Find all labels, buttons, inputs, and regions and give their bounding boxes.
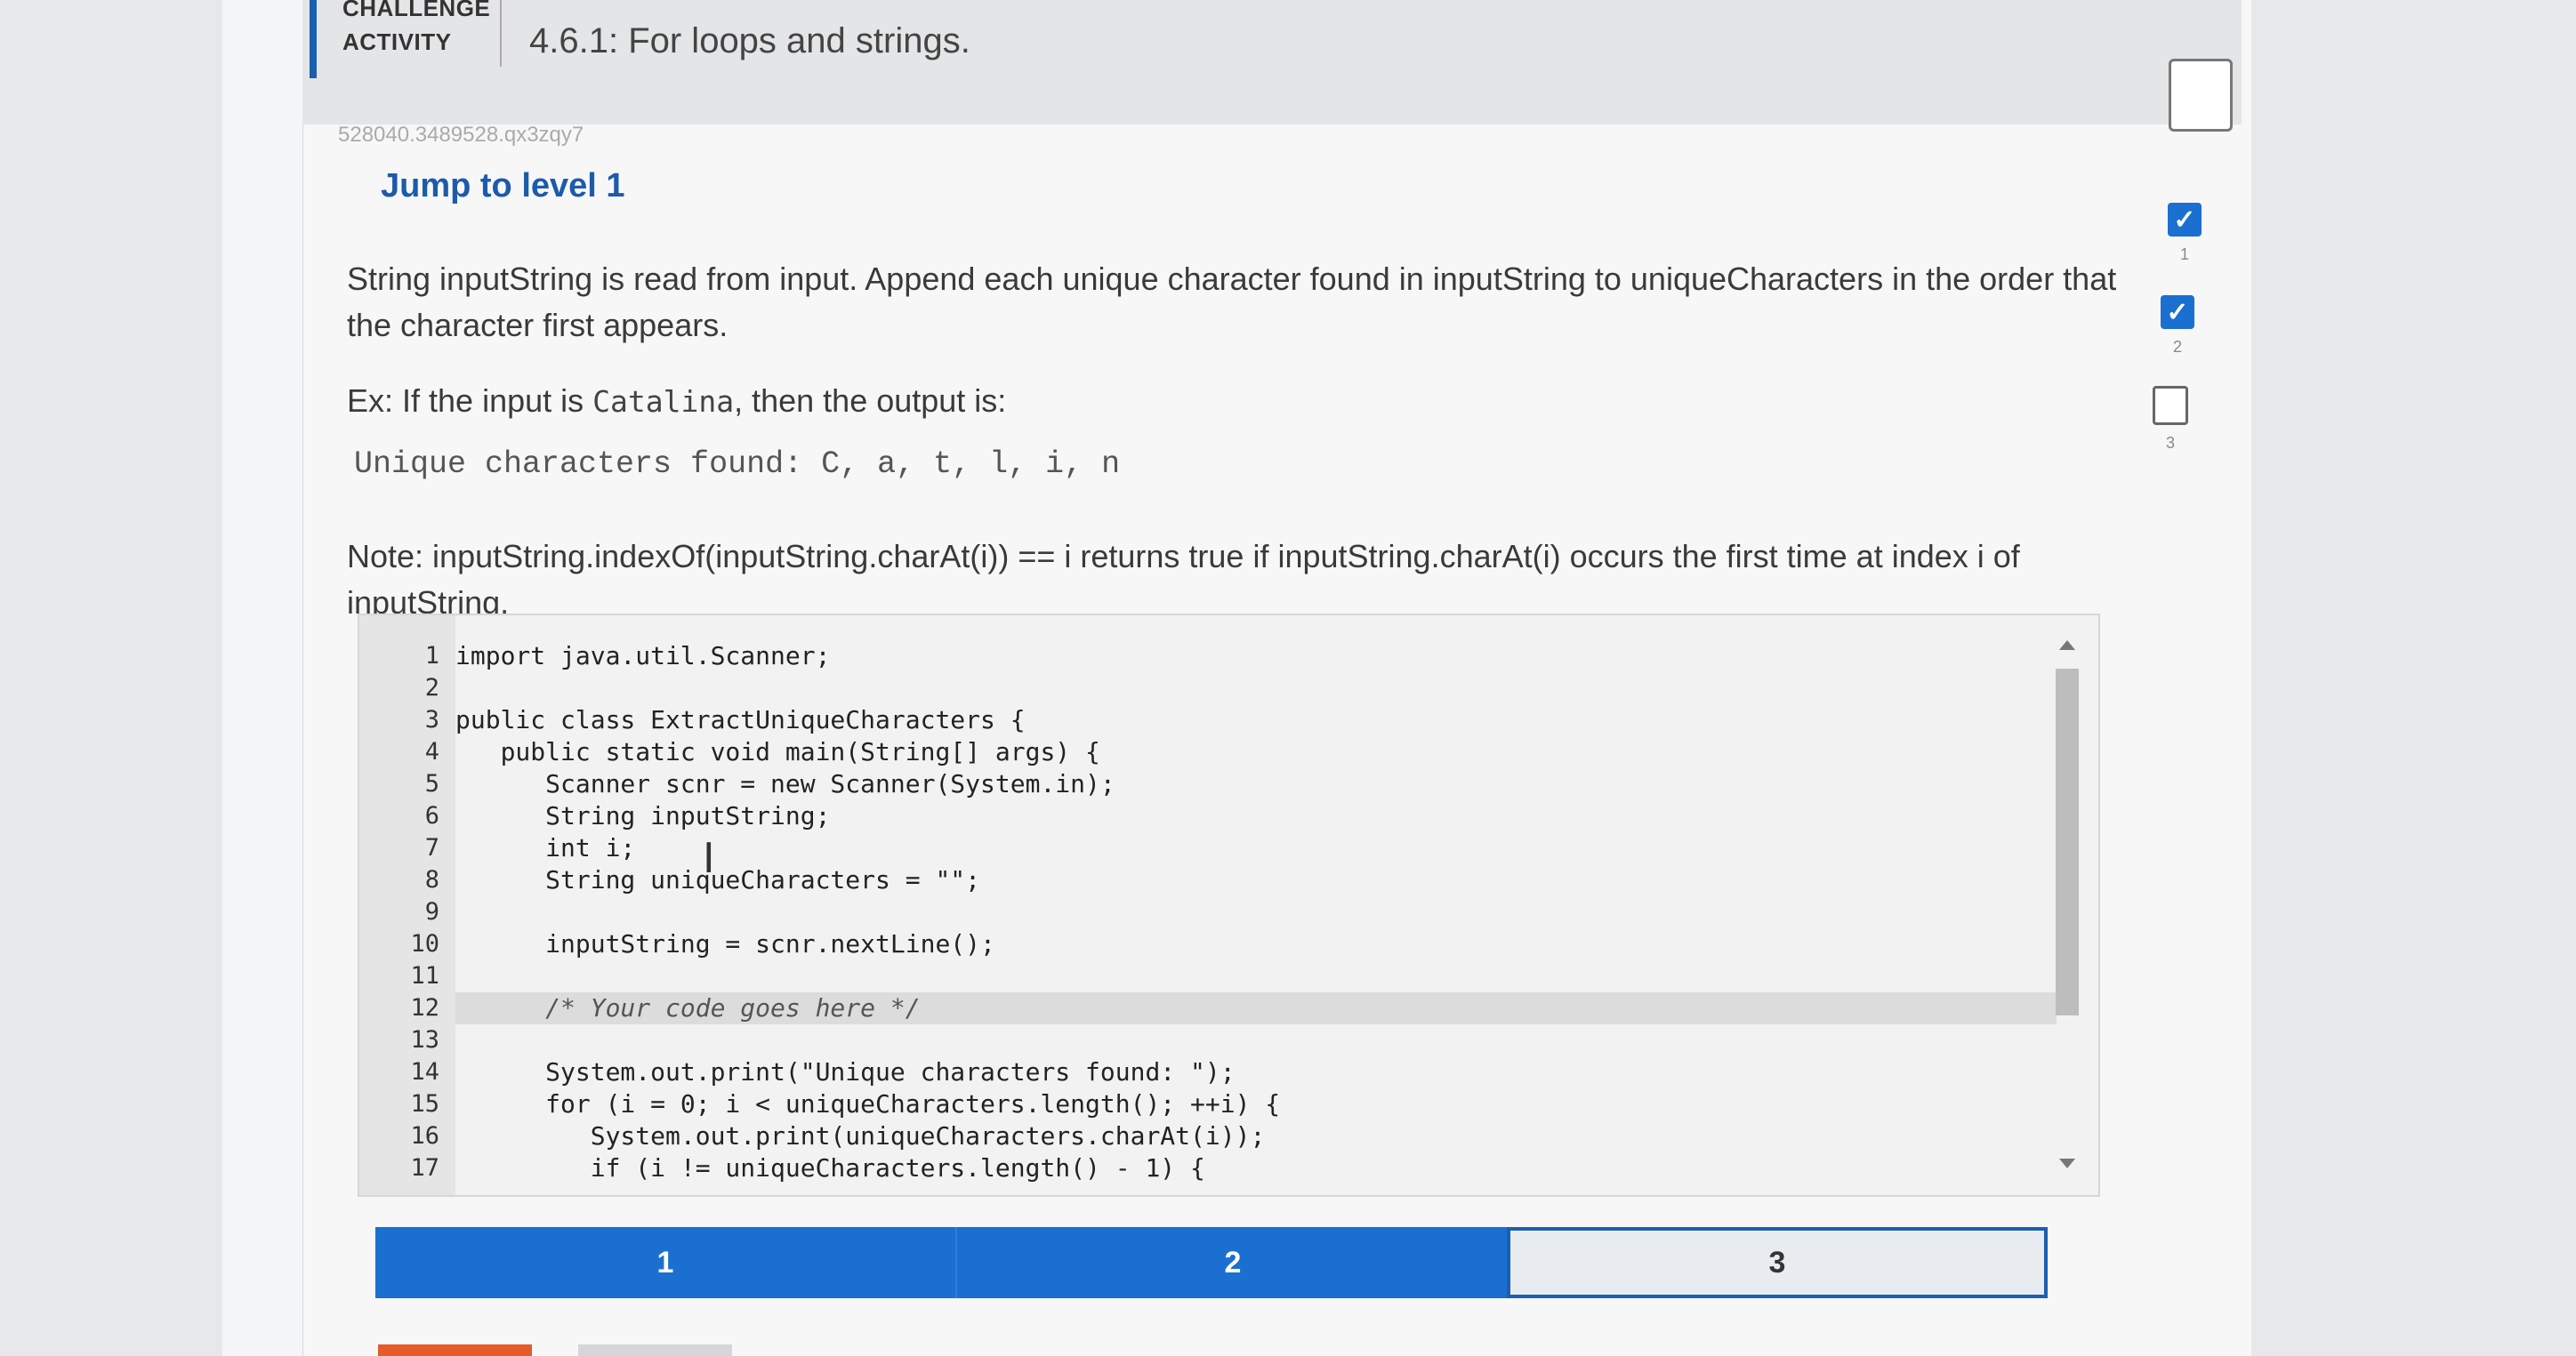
side-level-number: 1 [2179,245,2189,263]
code-line[interactable]: 1 import java.util.Scanner; [425,640,2057,672]
note-paragraph: Note: inputString.indexOf(inputString.ch… [347,538,2020,621]
line-number: 17 [410,1154,439,1182]
code-line[interactable]: 13 [410,1024,2057,1056]
check-icon: ✓ [2161,295,2194,329]
scroll-thumb[interactable] [2056,669,2079,1015]
editor-scrollbar[interactable] [2054,633,2081,1175]
line-number: 1 [424,642,439,670]
code-text: if (i != uniqueCharacters.length() - 1) … [455,1153,1205,1183]
code-line[interactable]: 10 inputString = scnr.nextLine(); [410,928,2057,960]
level-title: Jump to level 1 [381,167,625,205]
code-text: Scanner scnr = new Scanner(System.in); [455,769,1115,798]
line-number: 12 [410,994,439,1022]
code-area[interactable]: 1 import java.util.Scanner; 2 3 public class… [410,640,2057,1184]
header-divider [500,0,502,67]
code-text: System.out.print(uniqueCharacters.charAt… [455,1121,1266,1151]
example-input: Catalina [592,384,735,419]
code-text: String uniqueCharacters = ""; [455,865,981,895]
text-cursor-icon: I [703,834,715,882]
activity-completion-box [2169,59,2233,132]
code-line[interactable]: 14 System.out.print("Unique characters f… [410,1056,2057,1088]
code-text: String inputString; [455,801,831,830]
check-icon: ✓ [2168,203,2202,237]
example-prefix: Ex: If the input is [347,382,593,419]
line-number: 7 [424,834,439,862]
line-number: 3 [424,706,439,734]
code-line[interactable]: 3 public class ExtractUniqueCharacters { [425,704,2057,736]
line-number: 5 [424,770,439,798]
check-button[interactable] [378,1344,532,1356]
line-number: 15 [410,1090,439,1118]
side-level-number: 2 [2172,338,2182,356]
code-line[interactable]: 11 [410,960,2057,992]
side-level-2[interactable]: ✓ 2 [2151,295,2204,357]
side-level-3[interactable]: 3 [2144,386,2197,453]
code-text: public class ExtractUniqueCharacters { [455,705,1026,734]
level-tab-3[interactable]: 3 [1507,1227,2048,1298]
code-line[interactable]: 6 String inputString; [425,800,2057,832]
activity-title: 4.6.1: For loops and strings. [529,21,970,60]
line-number: 11 [410,962,439,990]
code-line[interactable]: 4 public static void main(String[] args)… [425,736,2057,768]
code-line[interactable]: 8 String uniqueCharacters = ""; [425,864,2057,896]
code-editor[interactable]: 1 import java.util.Scanner; 2 3 public class… [358,614,2100,1197]
scroll-up-arrow-icon[interactable] [2059,640,2075,650]
activity-type-label: CHALLENGE ACTIVITY [342,0,491,55]
code-text: int i; [455,833,636,863]
next-level-button[interactable] [578,1344,732,1356]
code-line[interactable]: 16 System.out.print(uniqueCharacters.cha… [410,1120,2057,1152]
example-suffix: , then the output is: [734,382,1007,419]
unchecked-box-icon [2153,386,2188,425]
sample-output: Unique characters found: C, a, t, l, i, … [354,446,1121,482]
code-line[interactable]: 7 int i; [425,832,2057,864]
level-progress-bar: 1 2 3 [375,1227,2052,1298]
code-text: for (i = 0; i < uniqueCharacters.length(… [455,1089,1281,1119]
line-number: 8 [424,866,439,894]
header-accent-bar [310,0,317,78]
activity-header [302,0,2242,124]
code-text: /* Your code goes here */ [455,993,921,1023]
code-text: import java.util.Scanner; [455,641,831,670]
side-level-1[interactable]: ✓ 1 [2158,203,2211,264]
line-number: 2 [424,674,439,702]
activity-id: 528040.3489528.qx3zqy7 [338,123,584,147]
code-line[interactable]: 15 for (i = 0; i < uniqueCharacters.leng… [410,1088,2057,1120]
code-line[interactable]: 5 Scanner scnr = new Scanner(System.in); [425,768,2057,800]
instruction-paragraph: String inputString is read from input. A… [347,261,2117,343]
line-number: 10 [410,930,439,958]
code-line[interactable]: 2 [425,672,2057,704]
example-line: Ex: If the input is Catalina, then the o… [347,378,2144,425]
line-number: 13 [410,1026,439,1054]
side-level-number: 3 [2165,434,2175,452]
code-line[interactable]: 17 if (i != uniqueCharacters.length() - … [410,1152,2057,1184]
code-line[interactable]: 9 [425,896,2057,928]
code-text: System.out.print("Unique characters foun… [455,1057,1236,1087]
line-number: 9 [424,898,439,926]
level-tab-1[interactable]: 1 [375,1227,955,1298]
line-number: 14 [410,1058,439,1086]
code-text: inputString = scnr.nextLine(); [455,929,995,959]
line-number: 16 [410,1122,439,1150]
code-text: public static void main(String[] args) { [455,737,1100,766]
line-number: 6 [424,802,439,830]
scroll-down-arrow-icon[interactable] [2059,1159,2075,1168]
line-number: 4 [424,738,439,766]
level-tab-2[interactable]: 2 [955,1227,1509,1298]
code-line[interactable]: 12 /* Your code goes here */ [410,992,2057,1024]
